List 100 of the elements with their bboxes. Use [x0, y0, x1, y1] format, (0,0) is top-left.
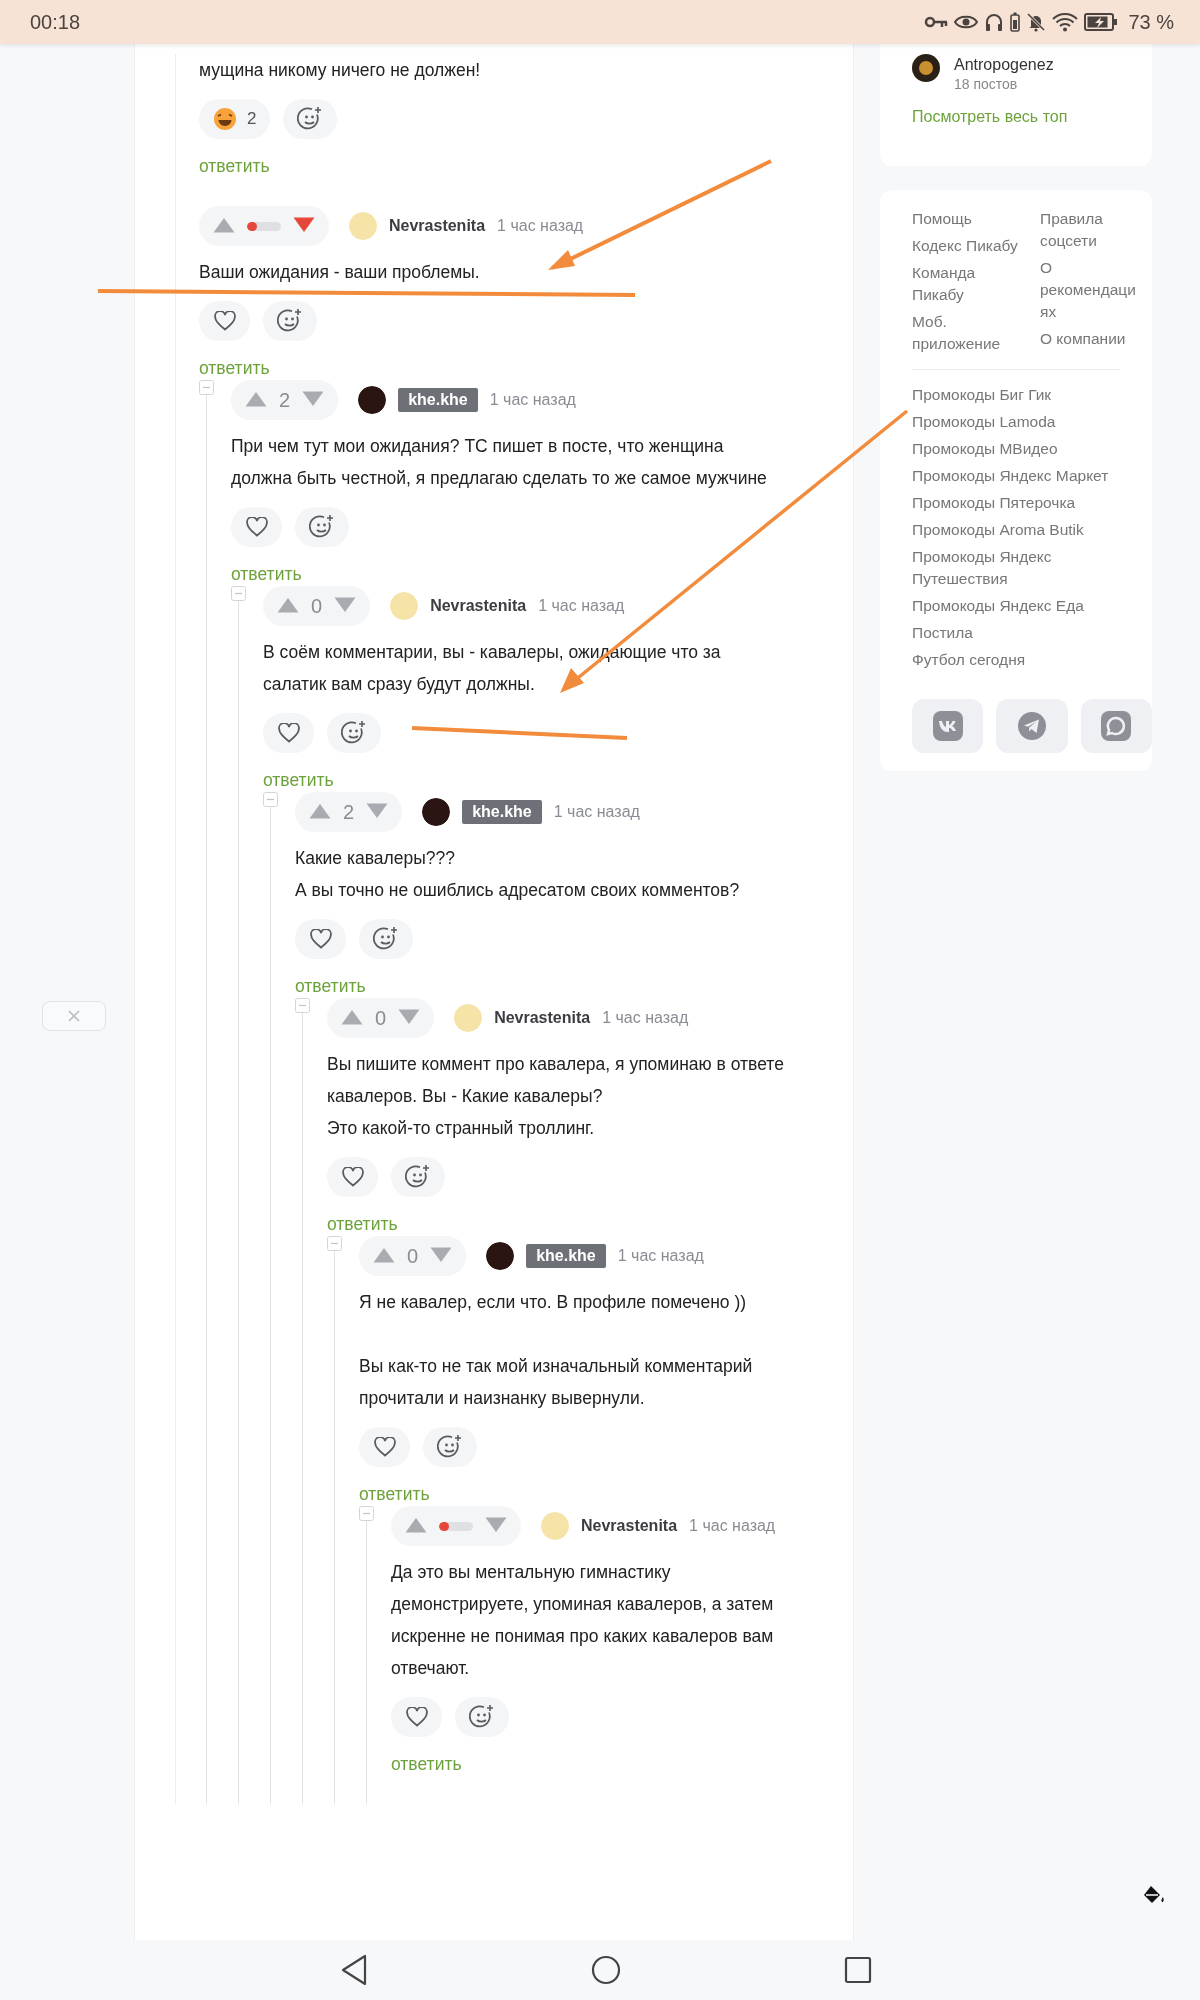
upvote-button[interactable]	[405, 1516, 427, 1536]
like-button[interactable]	[391, 1697, 442, 1737]
reply-link[interactable]: ответить	[295, 974, 366, 998]
promo-link[interactable]: Промокоды Биг Гик	[912, 384, 1122, 406]
collapse-icon[interactable]	[231, 586, 246, 601]
home-button[interactable]	[591, 1955, 621, 1985]
footer-link[interactable]: Помощь	[912, 208, 1030, 230]
promo-link[interactable]: Промокоды МВидео	[912, 438, 1122, 460]
author-name[interactable]: Nevrastenita	[581, 1517, 678, 1535]
view-top-link[interactable]: Посмотреть весь топ	[912, 106, 1068, 128]
collapse-icon[interactable]	[263, 792, 278, 807]
add-reaction-button[interactable]	[455, 1697, 509, 1737]
comment-text: мущина никому ничего не должен!	[199, 59, 482, 82]
heart-icon	[309, 929, 332, 949]
promo-link[interactable]: Промокоды Aroma Butik	[912, 519, 1122, 541]
promo-link[interactable]: Промокоды Яндекс Еда	[912, 595, 1122, 617]
add-reaction-button[interactable]	[295, 507, 349, 547]
battery-icon	[1010, 12, 1021, 32]
comment-text: Какие кавалеры??? А вы точно не ошиблись адресатом своих комментов?	[295, 847, 741, 902]
reply-link[interactable]: ответить	[199, 356, 270, 380]
add-reaction-button[interactable]	[263, 301, 317, 341]
back-button[interactable]	[340, 1954, 368, 1986]
reaction-button[interactable]: 2	[199, 99, 271, 139]
like-button[interactable]	[263, 713, 314, 753]
user-avatar[interactable]	[912, 54, 940, 82]
comment-score: 2	[343, 800, 355, 824]
author-name[interactable]: Nevrastenita	[494, 1009, 591, 1027]
upvote-button[interactable]	[213, 216, 235, 236]
promo-link[interactable]: Промокоды Пятерочка	[912, 492, 1122, 514]
comment-score: 2	[279, 388, 291, 412]
like-button[interactable]	[295, 919, 346, 959]
comment-text: Да это вы ментальную гимнастику демонстрируете, упоминая кавалеров, а затем искренне не понимая про каких кавалеров вам отвечают.	[391, 1561, 775, 1680]
user-name[interactable]: Antropogenez	[954, 54, 1054, 76]
footer-link[interactable]: Команда Пикабу	[912, 262, 1030, 306]
heart-icon	[245, 517, 268, 537]
footer-link[interactable]: Моб. приложение	[912, 311, 1030, 355]
upvote-icon	[245, 390, 267, 407]
author-badge[interactable]: khe.khe	[398, 388, 478, 412]
add-reaction-button[interactable]	[391, 1157, 445, 1197]
reply-link[interactable]: ответить	[359, 1482, 430, 1506]
collapse-icon[interactable]	[359, 1506, 374, 1521]
author-name[interactable]: Nevrastenita	[389, 217, 486, 235]
recents-button[interactable]	[844, 1956, 872, 1984]
heart-icon	[373, 1437, 396, 1457]
social-button[interactable]	[996, 699, 1068, 753]
heart-icon	[213, 311, 236, 331]
upvote-button[interactable]	[341, 1008, 363, 1028]
add-emoji-icon	[373, 926, 399, 952]
footer-link[interactable]: Кодекс Пикабу	[912, 235, 1030, 257]
add-emoji-icon	[469, 1704, 495, 1730]
add-emoji-icon	[437, 1434, 463, 1460]
upvote-button[interactable]	[373, 1246, 395, 1266]
like-button[interactable]	[231, 507, 282, 547]
upvote-button[interactable]	[245, 390, 267, 410]
footer-link[interactable]: Правила соцсети	[1040, 208, 1142, 252]
downvote-icon	[293, 216, 315, 233]
upvote-button[interactable]	[277, 596, 299, 616]
clock-time: 00:18	[30, 10, 81, 34]
downvote-icon	[366, 802, 389, 819]
footer-link[interactable]: О компании	[1040, 328, 1142, 350]
reply-link[interactable]: ответить	[199, 154, 270, 178]
add-reaction-button[interactable]	[283, 99, 338, 139]
reply-link[interactable]: ответить	[327, 1212, 398, 1236]
add-reaction-button[interactable]	[327, 713, 381, 753]
chat-icon	[1101, 711, 1132, 741]
footer-link[interactable]: О рекомендациях	[1040, 257, 1142, 323]
author-name[interactable]: Nevrastenita	[430, 597, 527, 615]
add-reaction-button[interactable]	[359, 919, 413, 959]
like-button[interactable]	[327, 1157, 378, 1197]
add-emoji-icon	[309, 514, 335, 540]
author-badge[interactable]: khe.khe	[526, 1244, 606, 1268]
paint-bucket-icon[interactable]	[1143, 1884, 1167, 1906]
like-button[interactable]	[359, 1427, 410, 1467]
promo-link[interactable]: Футбол сегодня	[912, 649, 1122, 671]
reply-link[interactable]: ответить	[231, 562, 302, 586]
comment-score: 0	[407, 1244, 419, 1268]
eye-icon	[954, 14, 979, 30]
social-button[interactable]	[912, 699, 984, 753]
avatar[interactable]	[422, 798, 451, 826]
avatar[interactable]	[358, 386, 387, 414]
heart-icon	[405, 1707, 428, 1727]
add-emoji-icon	[341, 720, 367, 746]
promo-link[interactable]: Постила	[912, 622, 1122, 644]
comment-time: 1 час назад	[553, 803, 640, 821]
downvote-icon	[302, 390, 325, 407]
social-button[interactable]	[1080, 699, 1152, 753]
add-emoji-icon	[297, 106, 324, 132]
author-badge[interactable]: khe.khe	[462, 800, 542, 824]
add-reaction-button[interactable]	[423, 1427, 477, 1467]
promo-link[interactable]: Промокоды Яндекс Путешествия	[912, 546, 1122, 590]
promo-link[interactable]: Промокоды Lamoda	[912, 411, 1122, 433]
promo-link[interactable]: Промокоды Яндекс Маркет	[912, 465, 1122, 487]
collapse-icon[interactable]	[295, 998, 310, 1013]
reply-link[interactable]: ответить	[391, 1752, 462, 1776]
reply-link[interactable]: ответить	[263, 768, 334, 792]
collapse-icon[interactable]	[327, 1236, 342, 1251]
like-button[interactable]	[199, 301, 250, 341]
avatar[interactable]	[486, 1242, 515, 1270]
collapse-icon[interactable]	[199, 380, 214, 395]
upvote-button[interactable]	[309, 802, 331, 822]
